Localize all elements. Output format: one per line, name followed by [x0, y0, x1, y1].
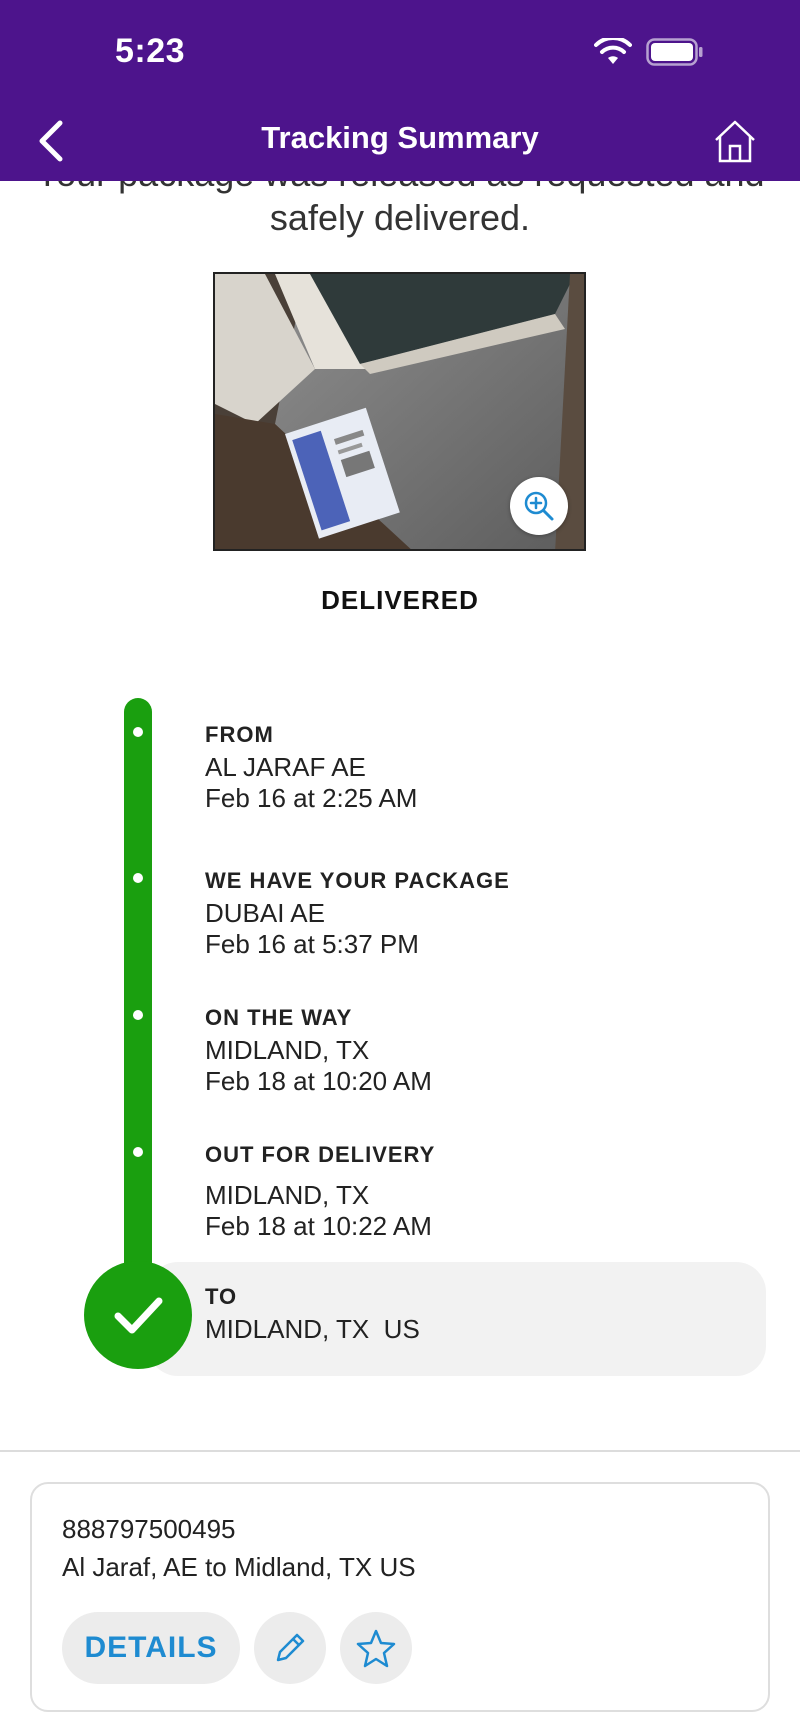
step-time: Feb 16 at 2:25 AM	[205, 783, 418, 813]
wifi-icon	[594, 38, 632, 64]
favorite-button[interactable]	[340, 1612, 412, 1684]
timeline-step-to: TO MIDLAND, TX US	[205, 1280, 420, 1345]
shipment-route: Al Jaraf, AE to Midland, TX US	[62, 1552, 416, 1582]
timeline-dot	[133, 727, 143, 737]
step-location: DUBAI AE	[205, 898, 325, 928]
status-icons	[594, 38, 704, 66]
step-title: ON THE WAY	[205, 1005, 353, 1030]
home-button[interactable]	[710, 116, 760, 166]
shipment-card[interactable]: 888797500495 Al Jaraf, AE to Midland, TX…	[30, 1482, 770, 1712]
timeline-progress-bar	[124, 698, 152, 1300]
step-title: OUT FOR DELIVERY	[205, 1142, 436, 1167]
step-time: Feb 18 at 10:22 AM	[205, 1211, 432, 1241]
pencil-icon	[276, 1633, 305, 1662]
status-time: 5:23	[115, 32, 186, 70]
step-time: Feb 18 at 10:20 AM	[205, 1066, 432, 1096]
page-title: Tracking Summary	[261, 120, 539, 155]
delivery-status: DELIVERED	[321, 585, 479, 615]
zoom-in-icon	[524, 491, 554, 521]
timeline-step-from: FROM AL JARAF AE Feb 16 at 2:25 AM	[205, 718, 417, 814]
battery-icon	[646, 38, 703, 66]
details-button[interactable]: DETAILS	[62, 1612, 240, 1684]
timeline-dot	[133, 873, 143, 883]
timeline-step-out-for-delivery: OUT FOR DELIVERY MIDLAND, TX Feb 18 at 1…	[205, 1138, 435, 1242]
step-title: TO	[205, 1284, 238, 1309]
app-header: 5:23 Tracking Summary	[0, 0, 800, 181]
timeline-dot	[133, 1147, 143, 1157]
step-title: WE HAVE YOUR PACKAGE	[205, 868, 510, 893]
step-time: Feb 16 at 5:37 PM	[205, 929, 419, 959]
star-icon	[356, 1629, 396, 1668]
checkmark-icon	[114, 1297, 163, 1334]
step-location: MIDLAND, TX US	[205, 1314, 420, 1344]
tracking-summary-screen: 5:23 Tracking Summary safely delivered. …	[0, 0, 800, 1734]
timeline-dot	[133, 1010, 143, 1020]
timeline-step-picked-up: WE HAVE YOUR PACKAGE DUBAI AE Feb 16 at …	[205, 864, 510, 960]
step-location: MIDLAND, TX	[205, 1035, 370, 1065]
delivery-message-line-2: safely delivered.	[269, 197, 531, 238]
step-title: FROM	[205, 722, 274, 747]
edit-nickname-button[interactable]	[254, 1612, 326, 1684]
section-divider	[0, 1450, 800, 1452]
tracking-number: 888797500495	[62, 1514, 236, 1544]
zoom-photo-button[interactable]	[510, 477, 568, 535]
step-location: MIDLAND, TX	[205, 1180, 370, 1210]
home-icon	[715, 120, 755, 163]
timeline-step-on-the-way: ON THE WAY MIDLAND, TX Feb 18 at 10:20 A…	[205, 1001, 432, 1097]
step-location: AL JARAF AE	[205, 752, 366, 782]
delivered-check-badge	[84, 1261, 192, 1369]
